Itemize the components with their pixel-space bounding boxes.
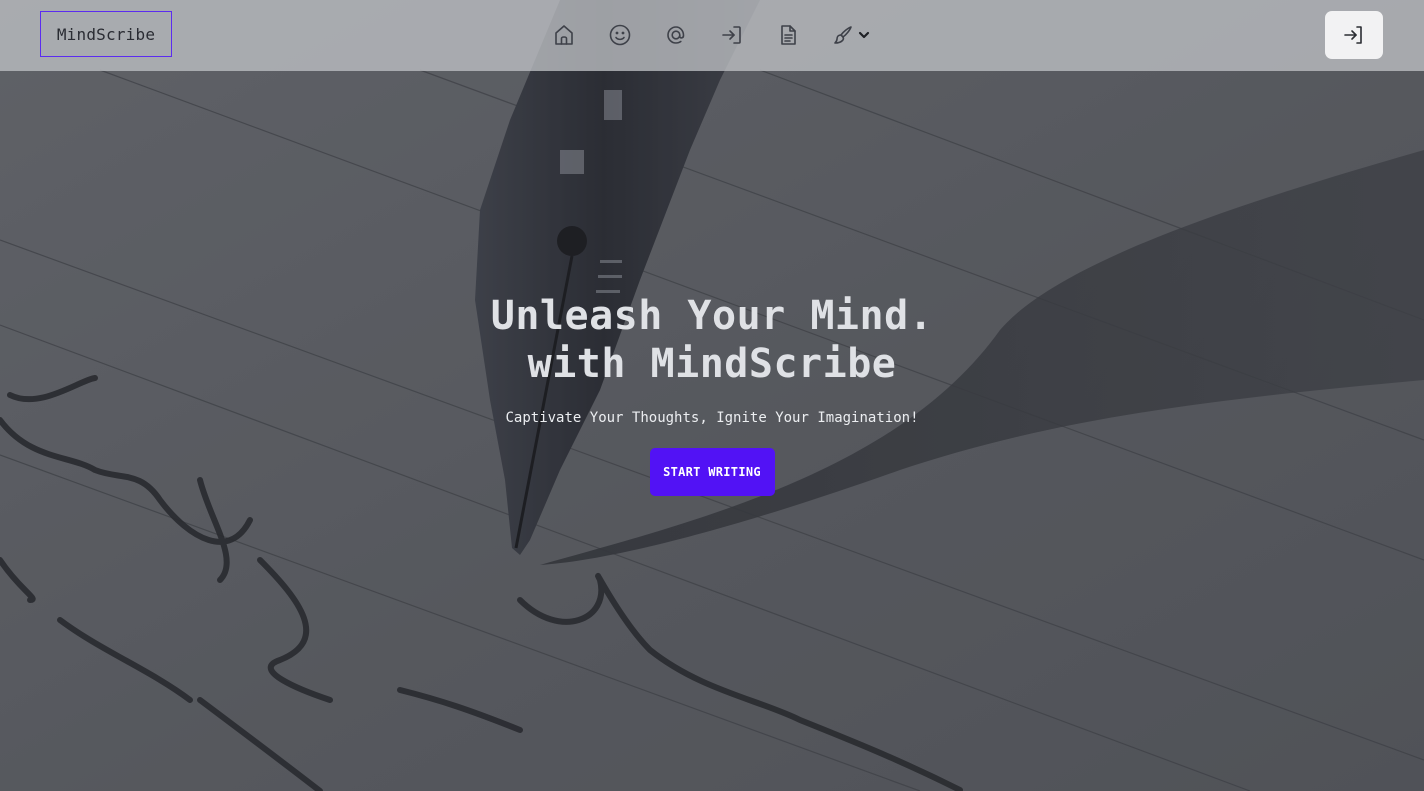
nav-theme-dropdown[interactable]	[831, 22, 875, 48]
hero-section: MindScribe Unleash Your Mind. with MindS…	[0, 0, 1424, 791]
main-nav	[551, 21, 875, 49]
hero-headline: Unleash Your Mind. with MindScribe	[0, 292, 1424, 388]
brand-logo[interactable]: MindScribe	[40, 11, 172, 57]
document-icon	[781, 25, 796, 45]
hero-headline-line2: with MindScribe	[527, 341, 897, 387]
hero-subtitle: Captivate Your Thoughts, Ignite Your Ima…	[505, 410, 919, 426]
start-writing-button[interactable]: START WRITING	[649, 448, 775, 496]
top-navigation-bar: MindScribe	[0, 0, 1424, 71]
at-sign-icon	[667, 26, 685, 44]
sign-in-icon	[722, 26, 741, 44]
nav-contact[interactable]	[663, 22, 689, 48]
smiley-icon	[609, 24, 631, 46]
nav-documents[interactable]	[775, 22, 801, 48]
home-icon	[555, 25, 573, 45]
login-button[interactable]	[1325, 11, 1383, 59]
hero-headline-line1: Unleash Your Mind.	[490, 293, 934, 339]
nav-about[interactable]	[607, 22, 633, 48]
chevron-down-icon	[858, 31, 870, 39]
nav-home[interactable]	[551, 22, 577, 48]
sign-in-icon	[1344, 26, 1362, 44]
paintbrush-icon	[834, 26, 852, 44]
hero-content: Unleash Your Mind. with MindScribe Capti…	[0, 292, 1424, 496]
nav-login[interactable]	[719, 22, 745, 48]
